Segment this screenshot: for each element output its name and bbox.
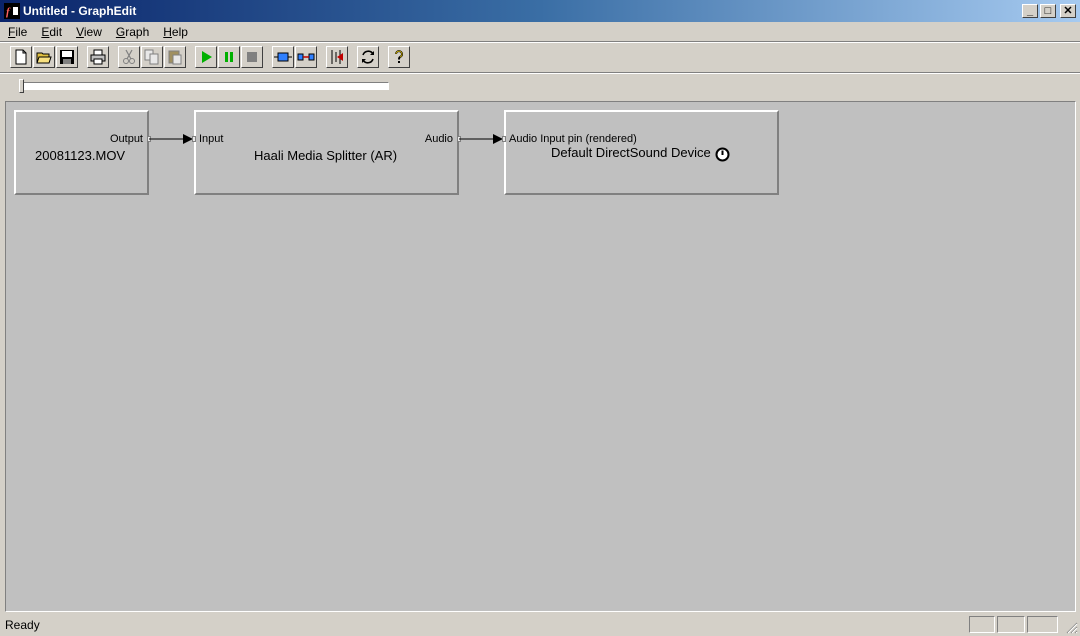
print-button[interactable] (87, 46, 109, 68)
new-button[interactable] (10, 46, 32, 68)
refresh-button[interactable] (357, 46, 379, 68)
status-text: Ready (5, 618, 40, 632)
connection-arrow (459, 134, 503, 144)
seek-thumb[interactable] (19, 79, 24, 93)
menu-help[interactable]: Help (155, 23, 194, 41)
paste-button[interactable] (164, 46, 186, 68)
output-pin-label[interactable]: Output (110, 133, 143, 145)
filter-name: Haali Media Splitter (AR) (254, 148, 398, 163)
title-bar: f Untitled - GraphEdit _ □ ✕ (0, 0, 1080, 22)
menu-file[interactable]: File (0, 23, 33, 41)
menu-bar: File Edit View Graph Help (0, 23, 1080, 41)
graph-canvas[interactable]: 20081123.MOV Output Input Haali Media Sp… (5, 101, 1076, 612)
pause-button[interactable] (218, 46, 240, 68)
arrange-filters-button[interactable] (326, 46, 348, 68)
status-bar: Ready (0, 614, 1080, 636)
help-button[interactable] (388, 46, 410, 68)
status-panel (1027, 616, 1058, 633)
menu-view[interactable]: View (68, 23, 108, 41)
open-folder-icon (36, 52, 52, 64)
menu-separator (0, 41, 1080, 43)
new-file-icon (15, 49, 27, 65)
filter-directsound-renderer[interactable]: Audio Input pin (rendered) Default Direc… (502, 110, 779, 195)
close-icon: ✕ (1063, 4, 1073, 17)
minimize-icon: _ (1026, 4, 1034, 17)
filter-name: 20081123.MOV (35, 148, 126, 163)
help-icon (395, 50, 403, 63)
resize-grip-icon[interactable] (1066, 622, 1078, 634)
status-panel (997, 616, 1025, 633)
insert-filter-icon (274, 52, 292, 62)
copy-icon (144, 49, 159, 65)
stop-button[interactable] (241, 46, 263, 68)
toolbar-separator (0, 72, 1080, 74)
menu-graph[interactable]: Graph (108, 23, 155, 41)
input-pin[interactable] (192, 136, 196, 142)
insert-filter-button[interactable] (272, 46, 294, 68)
print-icon (90, 49, 106, 65)
maximize-icon: □ (1044, 4, 1052, 17)
play-button[interactable] (195, 46, 217, 68)
audio-pin-label[interactable]: Audio (425, 133, 453, 145)
menu-edit[interactable]: Edit (33, 23, 68, 41)
audio-input-pin-label[interactable]: Audio Input pin (rendered) (509, 133, 637, 145)
minimize-button[interactable]: _ (1022, 4, 1038, 18)
play-icon (202, 51, 212, 63)
pause-icon (225, 52, 233, 62)
connection-arrow (149, 134, 193, 144)
graphedit-app-icon[interactable]: f (4, 3, 20, 19)
connect-pins-icon (297, 53, 315, 61)
refresh-icon (362, 50, 374, 64)
paste-icon (168, 50, 182, 65)
window-title: Untitled - GraphEdit (23, 4, 137, 18)
audio-input-pin[interactable] (502, 136, 506, 142)
connect-pins-button[interactable] (295, 46, 317, 68)
close-button[interactable]: ✕ (1060, 4, 1076, 18)
arrange-filters-icon (331, 50, 343, 64)
stop-icon (247, 52, 257, 62)
save-button[interactable] (56, 46, 78, 68)
cut-button[interactable] (118, 46, 140, 68)
seek-bar[interactable] (19, 79, 389, 93)
open-button[interactable] (33, 46, 55, 68)
filter-name: Default DirectSound Device (551, 145, 711, 160)
save-icon (60, 50, 74, 64)
clock-icon (715, 147, 730, 162)
copy-button[interactable] (141, 46, 163, 68)
input-pin-label[interactable]: Input (199, 133, 223, 145)
status-panel (969, 616, 995, 633)
filter-splitter[interactable]: Input Haali Media Splitter (AR) Audio (192, 110, 461, 195)
maximize-button[interactable]: □ (1040, 4, 1056, 18)
cut-icon (123, 49, 135, 64)
filter-source-file[interactable]: 20081123.MOV Output (14, 110, 151, 195)
